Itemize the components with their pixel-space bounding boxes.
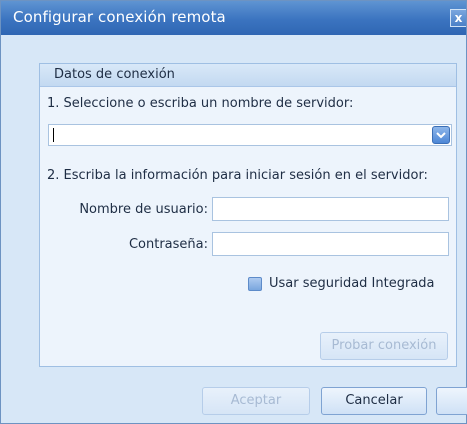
server-name-combobox[interactable] — [48, 124, 452, 146]
integrated-security-checkbox[interactable] — [248, 277, 262, 291]
cancel-button[interactable]: Cancelar — [321, 387, 427, 415]
close-button[interactable]: x — [450, 9, 466, 27]
chevron-down-icon — [436, 132, 446, 139]
server-step-label: 1. Seleccione o escriba un nombre de ser… — [47, 96, 354, 111]
dialog-title: Configurar conexión remota — [13, 8, 226, 26]
title-bar: Configurar conexión remota x — [1, 1, 466, 35]
remote-connection-dialog: Configurar conexión remota x Datos de co… — [0, 0, 467, 424]
login-step-label: 2. Escriba la información para iniciar s… — [47, 168, 428, 183]
text-caret — [53, 128, 54, 142]
integrated-security-label: Usar seguridad Integrada — [269, 276, 435, 291]
combo-dropdown-button[interactable] — [432, 126, 450, 144]
test-connection-button[interactable]: Probar conexión — [320, 332, 448, 360]
password-label: Contraseña: — [128, 237, 208, 252]
close-icon: x — [454, 11, 463, 25]
group-title: Datos de conexión — [54, 67, 175, 82]
password-field[interactable] — [212, 232, 449, 256]
connection-data-group: Datos de conexión 1. Seleccione o escrib… — [39, 63, 457, 367]
group-header: Datos de conexión — [40, 64, 456, 87]
accept-button[interactable]: Aceptar — [202, 387, 310, 415]
extra-button[interactable] — [436, 387, 467, 415]
username-label: Nombre de usuario: — [79, 202, 208, 217]
username-field[interactable] — [212, 197, 449, 221]
